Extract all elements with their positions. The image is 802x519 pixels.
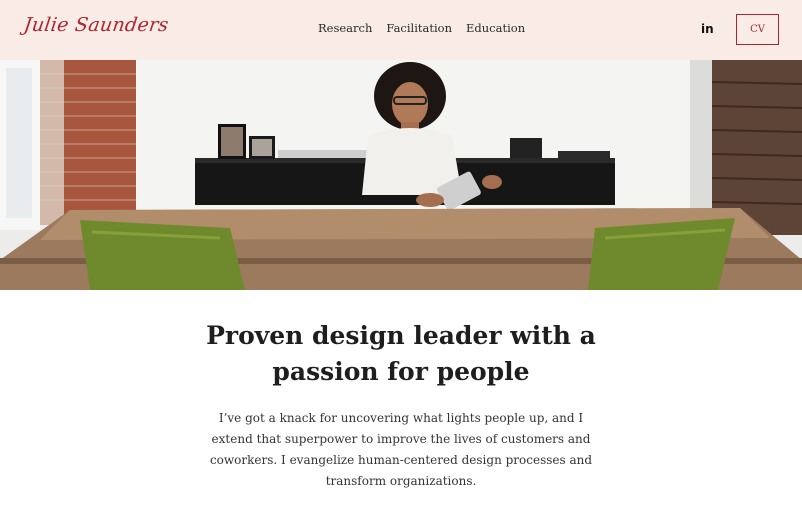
- hero-image: [0, 60, 802, 290]
- headline-line-2: passion for people: [272, 357, 530, 386]
- nav-facilitation[interactable]: Facilitation: [386, 21, 452, 35]
- intro-paragraph: I’ve got a knack for uncovering what lig…: [209, 411, 593, 488]
- intro-section: Proven design leader with a passion for …: [0, 290, 802, 519]
- linkedin-icon[interactable]: in: [701, 22, 714, 36]
- main-nav: Research Facilitation Education: [318, 21, 525, 35]
- cv-button[interactable]: CV: [736, 14, 779, 45]
- hero-photo: [0, 60, 802, 290]
- page-title: Proven design leader with a passion for …: [200, 318, 602, 390]
- nav-education[interactable]: Education: [466, 21, 525, 35]
- site-logo[interactable]: Julie Saunders: [22, 14, 170, 36]
- headline-line-1: Proven design leader with a: [206, 321, 596, 350]
- site-header: Julie Saunders Research Facilitation Edu…: [0, 0, 802, 60]
- nav-research[interactable]: Research: [318, 21, 372, 35]
